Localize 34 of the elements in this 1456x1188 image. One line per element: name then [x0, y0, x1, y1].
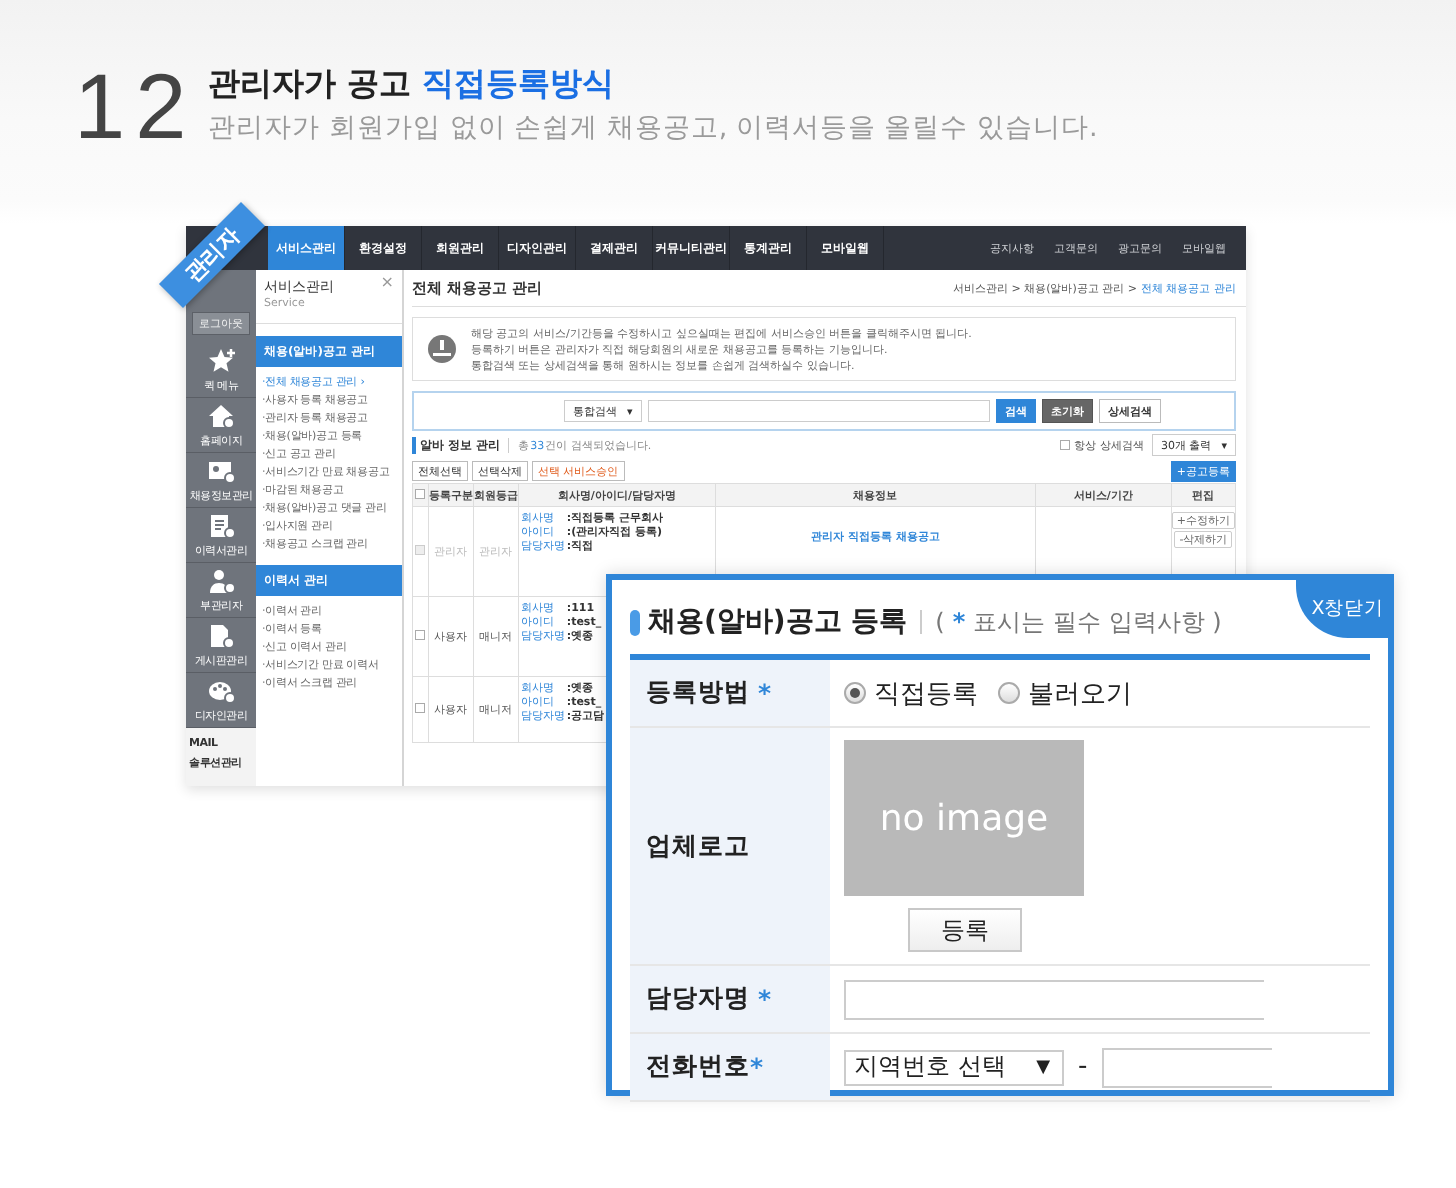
- close-button[interactable]: X창닫기: [1296, 580, 1388, 638]
- checkbox[interactable]: [415, 703, 426, 713]
- name-field[interactable]: [844, 979, 1264, 1019]
- area-code-select[interactable]: 지역번호 선택 ▼: [844, 1049, 1064, 1085]
- checkbox[interactable]: [415, 488, 426, 499]
- search-field[interactable]: [647, 400, 990, 422]
- document-icon: [207, 512, 235, 540]
- radio-button[interactable]: [998, 682, 1020, 704]
- radio-label: 불러오기: [1028, 677, 1132, 711]
- document-icon: [207, 622, 235, 650]
- checkbox[interactable]: [1060, 440, 1071, 450]
- home-icon: [207, 402, 235, 430]
- field-label: 업체로고: [630, 728, 830, 964]
- popup-title: 채용(알바)공고 등록: [648, 604, 908, 640]
- checkbox[interactable]: [415, 630, 426, 640]
- phone-field[interactable]: [1101, 1047, 1272, 1087]
- step-number: 12: [74, 60, 197, 152]
- placeholder-text: no image: [879, 797, 1049, 840]
- field-label: 전화번호*: [630, 1034, 830, 1100]
- radio-label: 직접등록: [874, 677, 978, 711]
- star-icon: [207, 347, 235, 375]
- heading-title: 관리자가 공고 직접등록방식: [208, 64, 616, 106]
- heading-subtitle: 관리자가 회원가입 없이 손쉽게 채용공고, 이력서등을 올릴수 있습니다.: [208, 110, 1098, 146]
- person-icon: [207, 567, 235, 595]
- required-note: ( * 표시는 필수 입력사항 ): [919, 610, 1222, 634]
- field-label: 담당자명 *: [630, 966, 830, 1032]
- id-card-icon: [207, 457, 235, 485]
- field-label: 등록방법 *: [630, 660, 830, 726]
- upload-button[interactable]: 등록: [908, 908, 1022, 952]
- dash-separator: -: [1078, 1052, 1088, 1082]
- info-icon: [427, 334, 457, 364]
- palette-icon: [207, 677, 235, 705]
- radio-button[interactable]: [844, 682, 866, 704]
- title-marker: [630, 609, 640, 635]
